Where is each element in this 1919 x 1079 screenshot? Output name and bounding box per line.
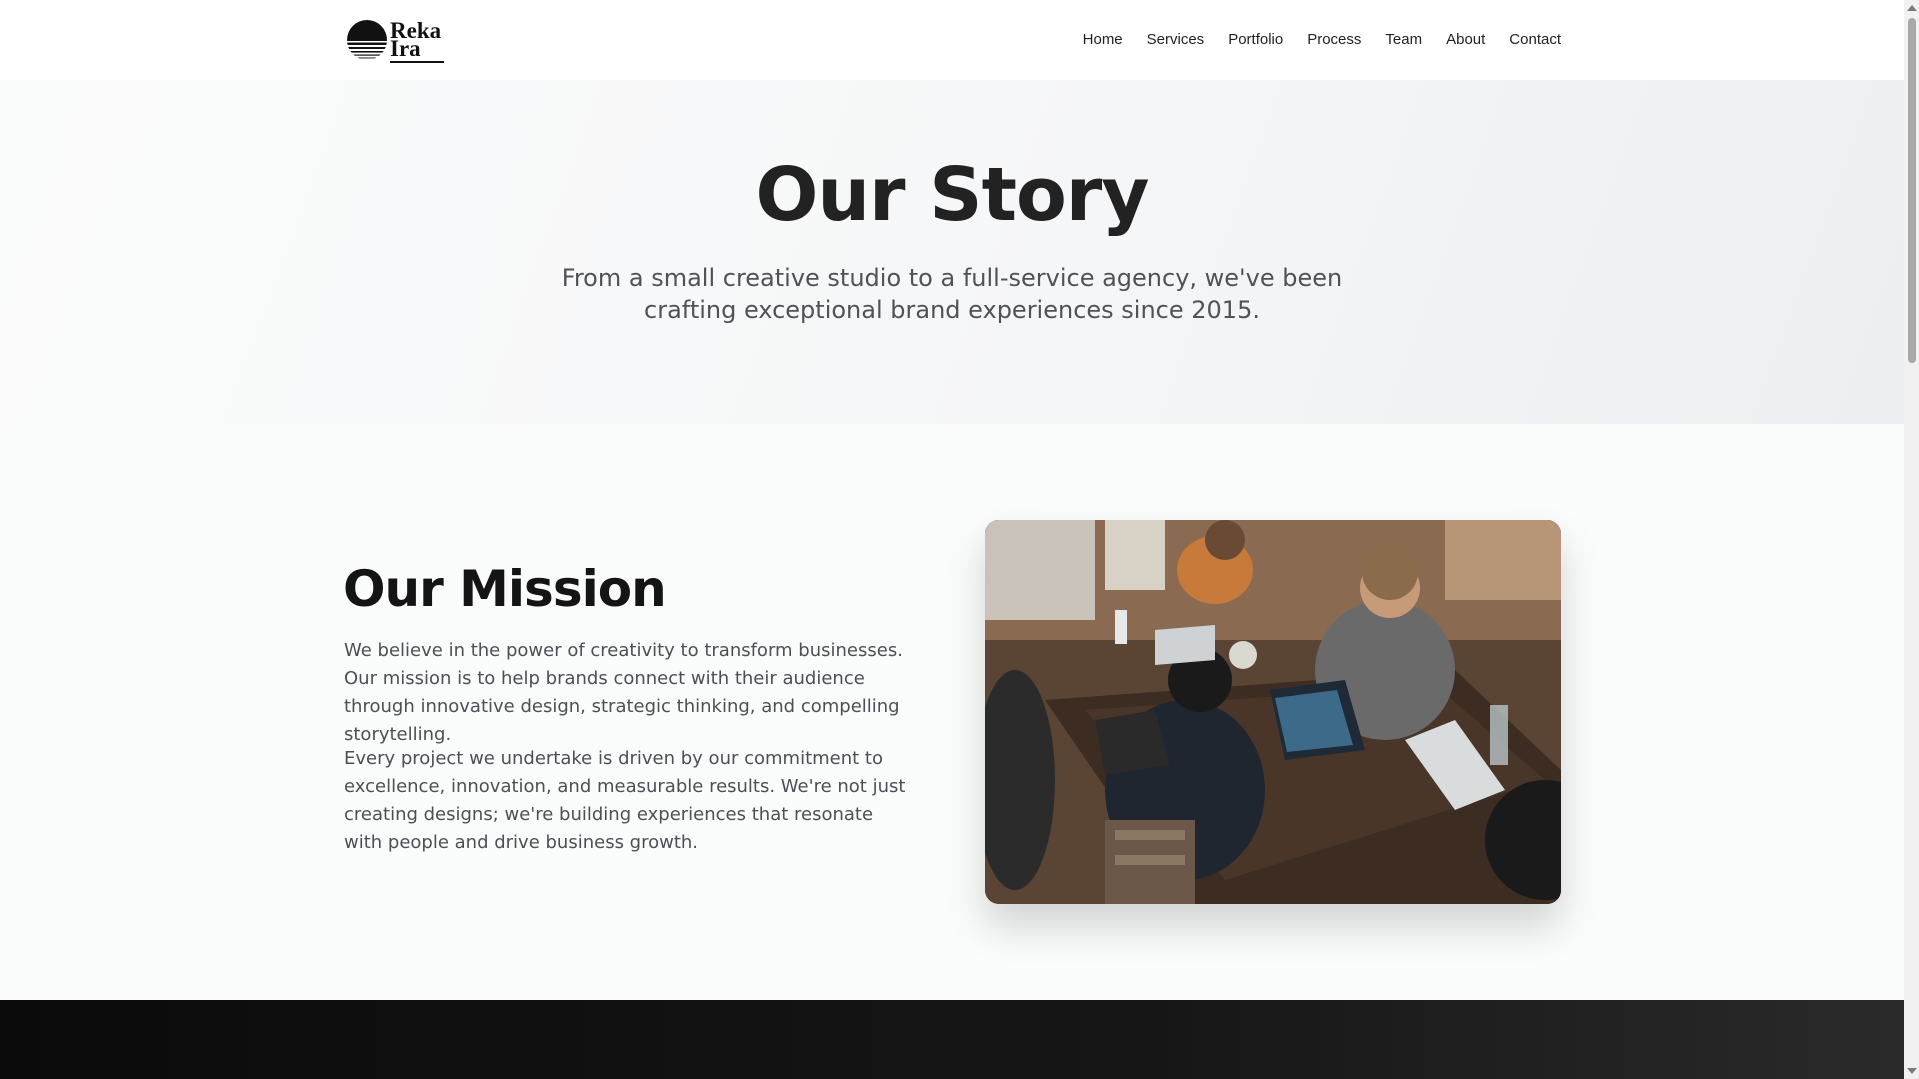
page: Reka Ira Home Services Portfolio Process… — [0, 0, 1904, 1079]
scroll-up-arrow-icon[interactable] — [1907, 5, 1917, 11]
nav-team-link[interactable]: Team — [1385, 28, 1422, 52]
nav-about-link[interactable]: About — [1446, 28, 1485, 52]
scrollbar-thumb[interactable] — [1908, 18, 1916, 363]
hero-section: Our Story From a small creative studio t… — [0, 80, 1904, 424]
team-working-photo — [985, 520, 1561, 904]
dark-section-band — [0, 1000, 1904, 1079]
nav-process-link[interactable]: Process — [1307, 28, 1361, 52]
nav-contact-link[interactable]: Contact — [1509, 28, 1561, 52]
team-photo-illustration — [985, 520, 1561, 904]
nav-services-link[interactable]: Services — [1147, 28, 1205, 52]
mission-section: Our Mission We believe in the power of c… — [0, 424, 1904, 1000]
hero-subtitle: From a small creative studio to a full-s… — [561, 264, 1343, 324]
mission-paragraph-2: Every project we undertake is driven by … — [344, 748, 906, 853]
hero-title: Our Story — [755, 152, 1149, 238]
sun-horizon-icon — [347, 20, 387, 59]
vertical-scrollbar[interactable] — [1904, 0, 1919, 1079]
mission-paragraph-1: We believe in the power of creativity to… — [344, 640, 903, 745]
main-nav: Home Services Portfolio Process Team Abo… — [1083, 28, 1561, 52]
nav-portfolio-link[interactable]: Portfolio — [1228, 28, 1283, 52]
brand-name-line2: Ira — [390, 36, 421, 61]
brand-logo[interactable]: Reka Ira — [344, 16, 448, 64]
scroll-down-arrow-icon[interactable] — [1907, 1068, 1917, 1074]
mission-title: Our Mission — [343, 560, 667, 618]
site-header: Reka Ira Home Services Portfolio Process… — [0, 0, 1904, 80]
nav-home-link[interactable]: Home — [1083, 28, 1123, 52]
brand-underline — [390, 61, 444, 63]
